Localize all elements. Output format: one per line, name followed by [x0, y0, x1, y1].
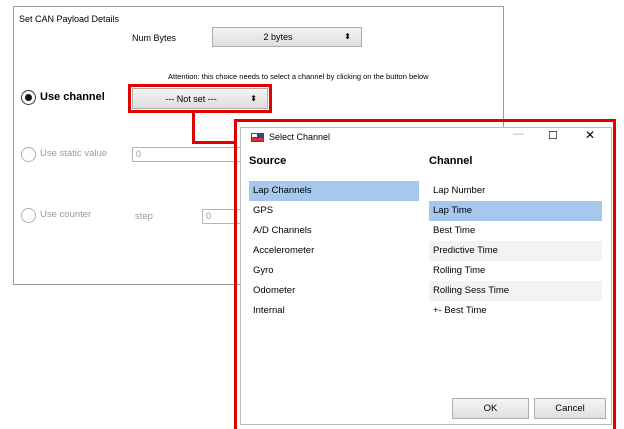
channel-item[interactable]: Predictive Time	[429, 241, 602, 261]
num-bytes-value: 2 bytes	[263, 32, 293, 42]
static-value-input[interactable]: 0	[132, 147, 242, 162]
app-icon	[251, 132, 264, 142]
source-item[interactable]: Lap Channels	[249, 181, 419, 201]
source-list: Lap Channels GPS A/D Channels Accelerome…	[249, 181, 419, 321]
source-header: Source	[249, 155, 287, 167]
cancel-button[interactable]: Cancel	[534, 398, 606, 419]
channel-item[interactable]: Lap Time	[429, 201, 602, 221]
source-item[interactable]: A/D Channels	[249, 221, 419, 241]
channel-item[interactable]: +- Best Time	[429, 301, 602, 321]
channel-select-button[interactable]: --- Not set --- ⬍	[132, 88, 268, 109]
use-counter-label[interactable]: Use counter	[40, 209, 91, 220]
source-item[interactable]: Internal	[249, 301, 419, 321]
channel-select-value: --- Not set ---	[165, 93, 217, 104]
up-down-arrows-icon: ⬍	[344, 32, 351, 41]
num-bytes-label: Num Bytes	[132, 33, 177, 43]
channel-item[interactable]: Rolling Time	[429, 261, 602, 281]
channel-item[interactable]: Best Time	[429, 221, 602, 241]
dialog-title: Select Channel	[269, 132, 331, 142]
use-static-radio[interactable]	[21, 147, 36, 162]
ok-button[interactable]: OK	[452, 398, 529, 419]
channel-item[interactable]: Lap Number	[429, 181, 602, 201]
use-static-label[interactable]: Use static value	[40, 148, 107, 159]
source-item[interactable]: Gyro	[249, 261, 419, 281]
dialog-titlebar: Select Channel	[251, 132, 330, 142]
highlight-connector	[192, 141, 236, 144]
attention-text: Attention: this choice needs to select a…	[168, 72, 429, 81]
use-channel-radio[interactable]	[21, 90, 36, 105]
highlight-connector	[192, 112, 195, 144]
use-counter-radio[interactable]	[21, 208, 36, 223]
channel-item[interactable]: Rolling Sess Time	[429, 281, 602, 301]
source-item[interactable]: Accelerometer	[249, 241, 419, 261]
num-bytes-select[interactable]: 2 bytes ⬍	[212, 27, 362, 47]
close-icon[interactable]: ✕	[585, 128, 595, 142]
up-down-arrows-icon: ⬍	[250, 93, 257, 103]
select-channel-dialog: Select Channel — ☐ ✕ Source Channel Lap …	[240, 127, 612, 425]
use-channel-label[interactable]: Use channel	[40, 91, 105, 103]
source-item[interactable]: Odometer	[249, 281, 419, 301]
channel-list: Lap Number Lap Time Best Time Predictive…	[429, 181, 602, 321]
minimize-icon[interactable]: —	[513, 128, 524, 140]
channel-header: Channel	[429, 155, 473, 167]
panel-title: Set CAN Payload Details	[19, 14, 120, 24]
maximize-icon[interactable]: ☐	[548, 129, 558, 142]
source-item[interactable]: GPS	[249, 201, 419, 221]
step-label: step	[135, 211, 153, 222]
